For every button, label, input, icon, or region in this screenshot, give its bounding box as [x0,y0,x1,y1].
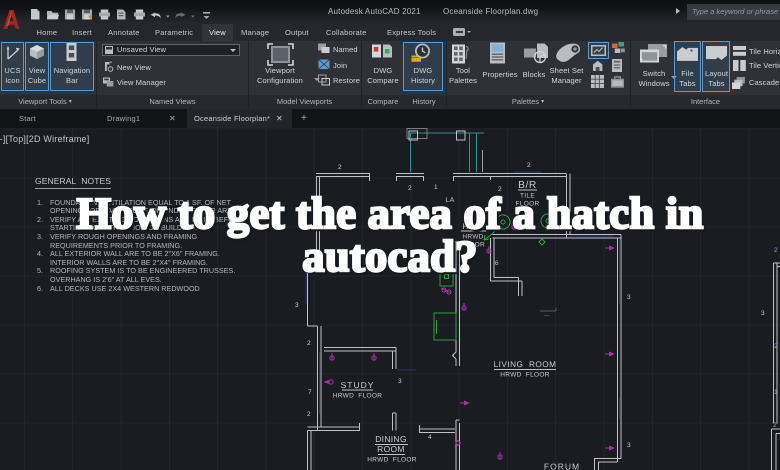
svg-text:3: 3 [627,294,631,301]
svg-text:HRWD FLOOR: HRWD FLOOR [500,372,549,379]
svg-text:ROOM: ROOM [377,444,405,454]
svg-text:1: 1 [774,389,778,396]
svg-text:2: 2 [338,164,342,171]
svg-text:2: 2 [773,422,777,429]
svg-text:3: 3 [627,442,631,449]
svg-text:HRWD FLOOR: HRWD FLOOR [333,393,382,400]
svg-text:LIVING ROOM: LIVING ROOM [494,360,557,369]
svg-text:3: 3 [398,378,402,385]
svg-text:2: 2 [307,340,311,347]
svg-text:FORUM: FORUM [544,462,580,470]
svg-text:7: 7 [308,389,312,396]
svg-text:4: 4 [428,434,432,441]
svg-text:3: 3 [761,310,765,317]
svg-text:—: — [544,313,549,319]
svg-text:HRWD FLOOR: HRWD FLOOR [367,457,416,464]
svg-text:STUDY: STUDY [341,380,375,390]
svg-text:2: 2 [527,162,531,169]
svg-text:DINING: DINING [375,434,407,444]
svg-text:2: 2 [307,411,311,418]
svg-text:2: 2 [774,343,778,350]
svg-text:3: 3 [295,302,299,309]
